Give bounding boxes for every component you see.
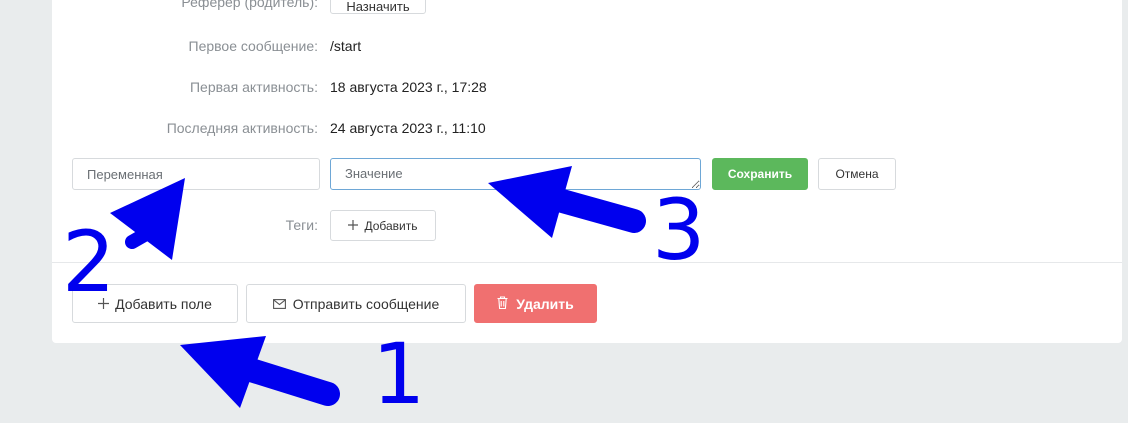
annotation-arrows: [110, 166, 646, 408]
annotation-number-1: 1: [372, 325, 426, 423]
annotation-arrow-3: [488, 166, 646, 238]
annotation-number-2: 2: [62, 213, 116, 311]
annotation-number-3: 3: [652, 181, 706, 279]
annotation-arrow-2: [110, 178, 185, 260]
annotation-arrow-1: [180, 336, 340, 408]
